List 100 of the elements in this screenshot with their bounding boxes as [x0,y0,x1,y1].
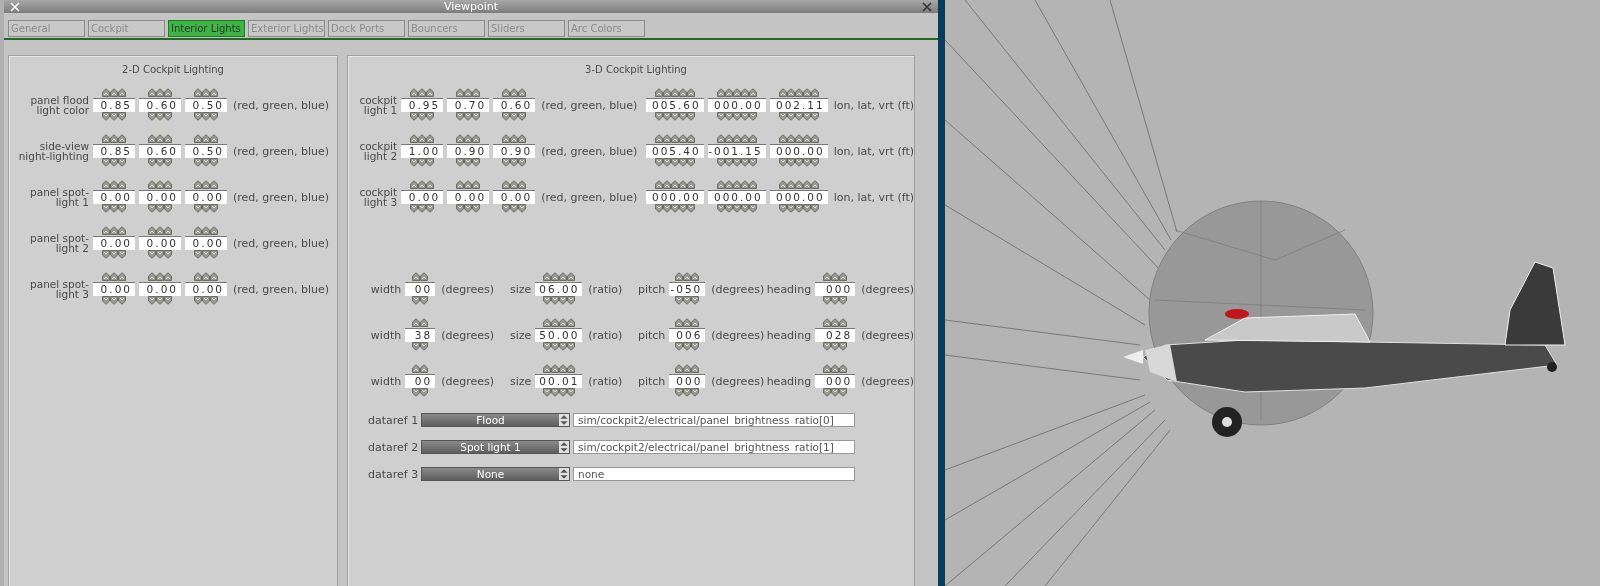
increment-button[interactable] [670,88,679,97]
text-field[interactable]: sim/cockpit2/electrical/panel_brightness_ratio[1] [573,440,855,454]
increment-button[interactable] [426,88,435,97]
increment-button[interactable] [732,88,741,97]
decrement-button[interactable] [558,388,567,397]
number-field[interactable]: 0.60 [139,98,181,112]
decrement-button[interactable] [518,112,527,121]
decrement-button[interactable] [472,204,481,213]
increment-button[interactable] [210,226,218,235]
decrement-button[interactable] [716,158,725,167]
number-field[interactable]: 0.70 [447,98,490,112]
decrement-button[interactable] [831,296,840,305]
decrement-button[interactable] [732,204,741,213]
number-field[interactable]: 1.00 [401,144,444,158]
decrement-button[interactable] [810,112,819,121]
increment-button[interactable] [558,272,567,281]
increment-button[interactable] [148,180,156,189]
decrement-button[interactable] [210,250,218,259]
decrement-button[interactable] [110,204,118,213]
increment-button[interactable] [716,134,725,143]
increment-button[interactable] [678,134,687,143]
decrement-button[interactable] [210,204,218,213]
number-field[interactable]: 0.00 [401,190,444,204]
decrement-button[interactable] [210,112,218,121]
decrement-button[interactable] [156,204,164,213]
decrement-button[interactable] [420,342,429,351]
increment-button[interactable] [794,88,803,97]
increment-button[interactable] [778,88,787,97]
decrement-button[interactable] [456,204,465,213]
decrement-button[interactable] [839,388,848,397]
number-field[interactable]: 0.95 [401,98,444,112]
decrement-button[interactable] [823,388,832,397]
increment-button[interactable] [164,134,172,143]
decrement-button[interactable] [550,388,559,397]
increment-button[interactable] [210,134,218,143]
number-field[interactable]: 0.85 [93,144,135,158]
decrement-button[interactable] [148,296,156,305]
decrement-button[interactable] [691,296,700,305]
increment-button[interactable] [164,180,172,189]
decrement-button[interactable] [654,204,663,213]
increment-button[interactable] [102,180,110,189]
increment-button[interactable] [410,88,419,97]
decrement-button[interactable] [691,388,700,397]
decrement-button[interactable] [202,158,210,167]
text-field[interactable]: none [573,467,855,481]
increment-button[interactable] [566,318,575,327]
decrement-button[interactable] [683,342,692,351]
increment-button[interactable] [691,272,700,281]
decrement-button[interactable] [202,204,210,213]
increment-button[interactable] [472,134,481,143]
increment-button[interactable] [102,134,110,143]
increment-button[interactable] [558,364,567,373]
increment-button[interactable] [210,88,218,97]
increment-button[interactable] [675,318,684,327]
decrement-button[interactable] [202,296,210,305]
number-field[interactable]: 0.90 [493,144,536,158]
decrement-button[interactable] [518,158,527,167]
increment-button[interactable] [542,318,551,327]
increment-button[interactable] [418,180,427,189]
increment-button[interactable] [839,318,848,327]
decrement-button[interactable] [102,112,110,121]
increment-button[interactable] [110,134,118,143]
increment-button[interactable] [566,272,575,281]
increment-button[interactable] [748,134,757,143]
increment-button[interactable] [542,272,551,281]
increment-button[interactable] [662,134,671,143]
number-field[interactable]: 0.00 [139,190,181,204]
decrement-button[interactable] [118,250,126,259]
decrement-button[interactable] [102,204,110,213]
increment-button[interactable] [732,134,741,143]
number-field[interactable]: -001.15 [707,144,766,158]
increment-button[interactable] [724,88,733,97]
increment-button[interactable] [110,226,118,235]
number-field[interactable]: 0.60 [493,98,536,112]
increment-button[interactable] [686,134,695,143]
decrement-button[interactable] [683,388,692,397]
increment-button[interactable] [778,180,787,189]
increment-button[interactable] [502,180,511,189]
number-field[interactable]: 000 [815,374,856,388]
increment-button[interactable] [202,226,210,235]
increment-button[interactable] [786,134,795,143]
decrement-button[interactable] [683,296,692,305]
increment-button[interactable] [740,88,749,97]
number-field[interactable]: 0.00 [93,282,135,296]
increment-button[interactable] [716,180,725,189]
increment-button[interactable] [724,180,733,189]
number-field[interactable]: 005.60 [645,98,704,112]
decrement-button[interactable] [786,204,795,213]
decrement-button[interactable] [724,158,733,167]
decrement-button[interactable] [740,112,749,121]
increment-button[interactable] [194,134,202,143]
decrement-button[interactable] [748,112,757,121]
increment-button[interactable] [156,180,164,189]
decrement-button[interactable] [194,296,202,305]
decrement-button[interactable] [164,112,172,121]
decrement-button[interactable] [502,158,511,167]
decrement-button[interactable] [678,112,687,121]
increment-button[interactable] [518,134,527,143]
decrement-button[interactable] [202,250,210,259]
decrement-button[interactable] [148,250,156,259]
